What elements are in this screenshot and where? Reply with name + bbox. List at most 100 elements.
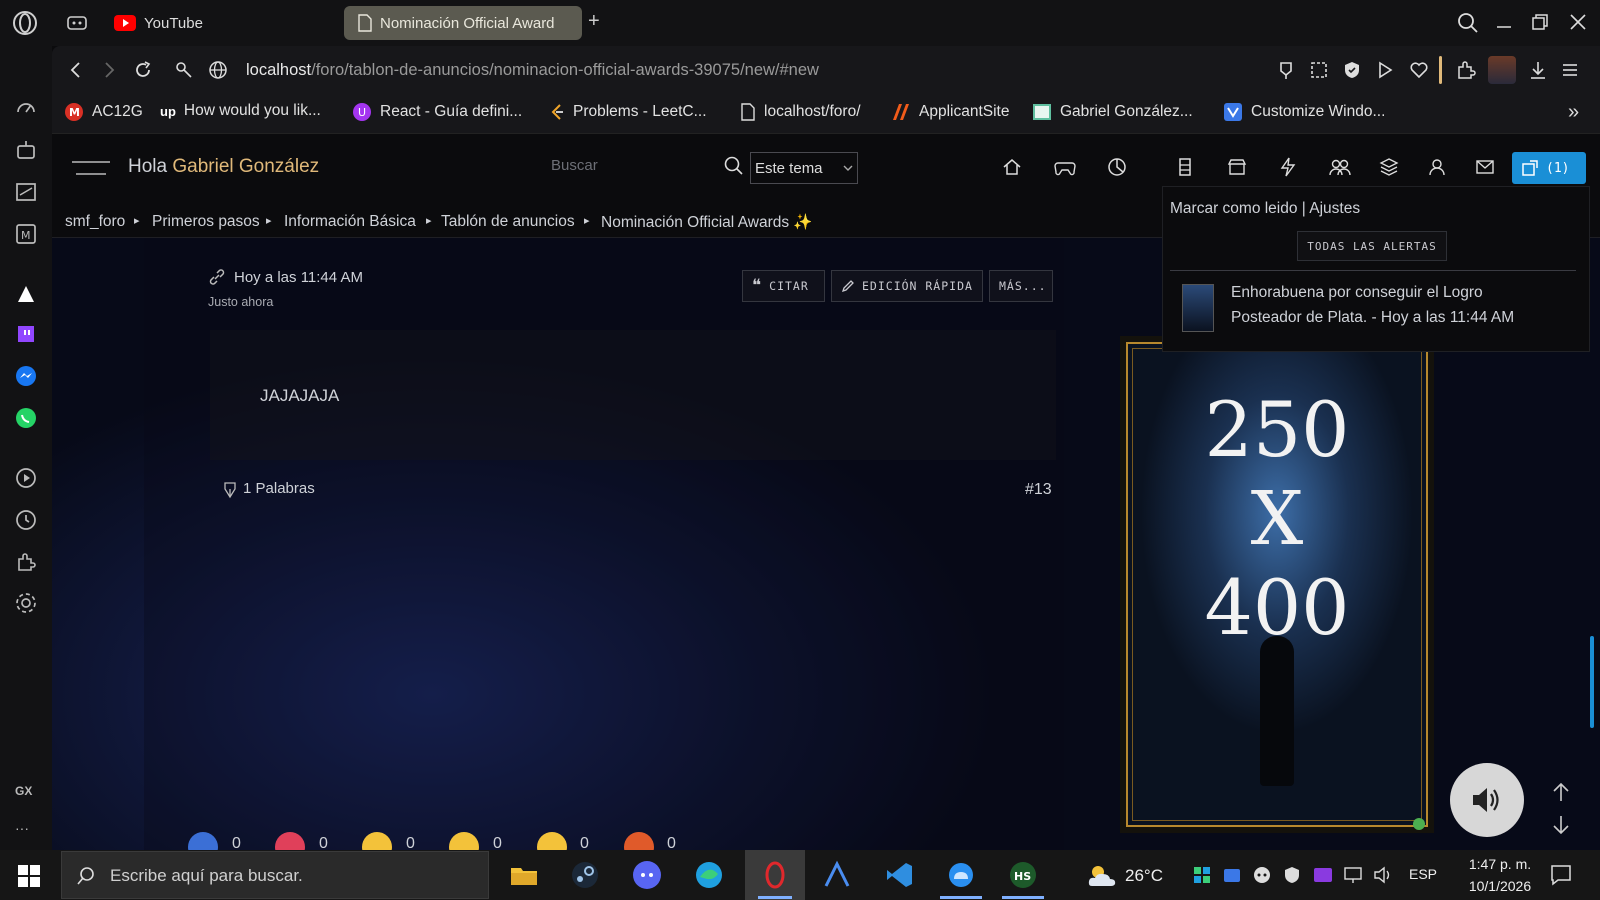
user-icon[interactable] <box>1427 157 1447 177</box>
language[interactable]: ESP <box>1409 866 1437 882</box>
opera-logo-icon[interactable] <box>12 10 38 36</box>
gamer-icon[interactable] <box>66 14 88 32</box>
tray-app-icon[interactable] <box>1193 866 1211 884</box>
bookmark-ac12g[interactable]: M AC12G <box>64 102 143 122</box>
back-icon[interactable] <box>66 60 86 80</box>
speed-dial-icon[interactable] <box>14 96 38 120</box>
play-icon[interactable] <box>1375 60 1395 80</box>
player-icon[interactable] <box>14 466 38 490</box>
bookmark-react[interactable]: U React - Guía defini... <box>352 102 522 122</box>
breadcrumb-item[interactable]: Tablón de anuncios <box>441 213 575 231</box>
history-icon[interactable] <box>14 508 38 532</box>
aria-icon[interactable] <box>14 138 38 162</box>
whatsapp-icon[interactable] <box>14 406 38 430</box>
bookmark-how-would[interactable]: up How would you lik... <box>160 102 321 120</box>
clock-date[interactable]: 10/1/2026 <box>1460 878 1540 894</box>
file-explorer-icon[interactable] <box>509 860 539 890</box>
search-icon[interactable] <box>724 156 744 176</box>
steam-icon[interactable] <box>570 860 600 890</box>
quote-button[interactable]: ❝ CITAR <box>742 270 825 302</box>
alerts-links[interactable]: Marcar como leido | Ajustes <box>1170 200 1360 218</box>
breadcrumb-item[interactable]: Nominación Official Awards ✨ <box>601 213 813 232</box>
screenshot-icon[interactable] <box>1309 60 1329 80</box>
bolt-icon[interactable] <box>1278 157 1298 177</box>
puzzle-icon[interactable] <box>1456 60 1476 80</box>
alert-text-2[interactable]: Posteador de Plata. - Hoy a las 11:44 AM <box>1231 309 1514 327</box>
users-icon[interactable] <box>1328 157 1352 177</box>
reaction-love-icon[interactable] <box>275 832 305 850</box>
alert-text-1[interactable]: Enhorabuena por conseguir el Logro <box>1231 284 1483 302</box>
reaction-haha-icon[interactable] <box>362 832 392 850</box>
vscode-icon[interactable] <box>884 860 914 890</box>
download-icon[interactable] <box>1528 60 1548 80</box>
menu-icon[interactable] <box>1560 60 1580 80</box>
tab-youtube[interactable]: YouTube <box>100 6 217 40</box>
reaction-sad-icon[interactable] <box>537 832 567 850</box>
messenger-icon[interactable] <box>14 364 38 388</box>
bookmark-leetcode[interactable]: Problems - LeetC... <box>549 102 707 122</box>
volume-tray-icon[interactable] <box>1373 866 1393 884</box>
store-icon[interactable] <box>1227 157 1247 177</box>
hamburger-menu-icon[interactable] <box>72 158 110 178</box>
scrollbar-thumb[interactable] <box>1590 636 1594 728</box>
breadcrumb-item[interactable]: smf_foro <box>65 213 125 231</box>
all-alerts-button[interactable]: TODAS LAS ALERTAS <box>1297 231 1447 261</box>
layers-icon[interactable] <box>1379 157 1399 177</box>
reload-icon[interactable] <box>133 60 153 80</box>
search-input[interactable]: Buscar <box>551 157 723 179</box>
scroll-up-icon[interactable] <box>1551 781 1571 803</box>
new-tab-button[interactable]: + <box>588 10 600 33</box>
forward-icon[interactable] <box>99 60 119 80</box>
discord-tray-icon[interactable] <box>1253 866 1271 884</box>
reaction-like-icon[interactable] <box>188 832 218 850</box>
discord-icon[interactable] <box>632 860 662 890</box>
avatar[interactable] <box>1488 56 1516 84</box>
wmp-tray-icon[interactable] <box>1313 866 1333 884</box>
link-icon[interactable] <box>208 268 226 286</box>
more-button[interactable]: MÁS... <box>989 270 1053 302</box>
arc-app-icon[interactable] <box>822 860 852 890</box>
snapshot-icon[interactable] <box>1276 60 1296 80</box>
arc-app-icon[interactable] <box>14 282 38 306</box>
security-tray-icon[interactable] <box>1283 866 1301 884</box>
quick-edit-button[interactable]: EDICIÓN RÁPIDA <box>831 270 983 302</box>
network-icon[interactable] <box>1343 866 1363 884</box>
sidebar-more-icon[interactable]: ··· <box>15 820 29 836</box>
post-time[interactable]: Hoy a las 11:44 AM <box>234 269 363 286</box>
tab-nominacion[interactable]: Nominación Official Award <box>344 6 582 40</box>
tray-app-icon[interactable] <box>1223 866 1241 884</box>
bookmark-customize[interactable]: Customize Windo... <box>1223 102 1385 122</box>
cloud-app-icon[interactable] <box>946 860 976 890</box>
minimize-icon[interactable] <box>1494 12 1514 32</box>
restore-icon[interactable] <box>1530 12 1550 32</box>
pie-chart-icon[interactable] <box>1107 157 1127 177</box>
clock-time[interactable]: 1:47 p. m. <box>1460 856 1540 872</box>
heart-icon[interactable] <box>1409 60 1429 80</box>
user-name[interactable]: Gabriel González <box>172 156 319 177</box>
breadcrumb-item[interactable]: Primeros pasos <box>152 213 260 231</box>
m-app-icon[interactable]: M <box>14 222 38 246</box>
ad-banner[interactable]: 250 X 400 <box>1120 336 1434 833</box>
search-tabs-icon[interactable] <box>1457 12 1479 34</box>
volume-button[interactable] <box>1450 763 1524 837</box>
extensions-icon[interactable] <box>14 550 38 574</box>
more-bookmarks-icon[interactable]: » <box>1568 101 1579 124</box>
weather-icon[interactable] <box>1086 862 1118 888</box>
key-icon[interactable] <box>174 60 194 80</box>
edge-icon[interactable] <box>694 860 724 890</box>
alerts-button[interactable]: (1) <box>1512 152 1586 184</box>
post-number[interactable]: #13 <box>1025 481 1052 499</box>
tower-icon[interactable] <box>1175 157 1195 177</box>
breadcrumb-item[interactable]: Información Básica <box>284 213 416 231</box>
reaction-wow-icon[interactable] <box>449 832 479 850</box>
reaction-angry-icon[interactable] <box>624 832 654 850</box>
bookmark-gabriel[interactable]: Gabriel González... <box>1032 102 1193 122</box>
mail-icon[interactable] <box>1475 157 1495 177</box>
settings-gear-icon[interactable] <box>14 591 38 615</box>
bookmark-localhost[interactable]: localhost/foro/ <box>740 102 861 122</box>
windows-start-icon[interactable] <box>18 865 40 887</box>
notes-icon[interactable] <box>14 180 38 204</box>
close-icon[interactable] <box>1568 12 1588 32</box>
notifications-icon[interactable] <box>1550 864 1572 886</box>
scope-select[interactable]: Este tema <box>750 152 858 184</box>
